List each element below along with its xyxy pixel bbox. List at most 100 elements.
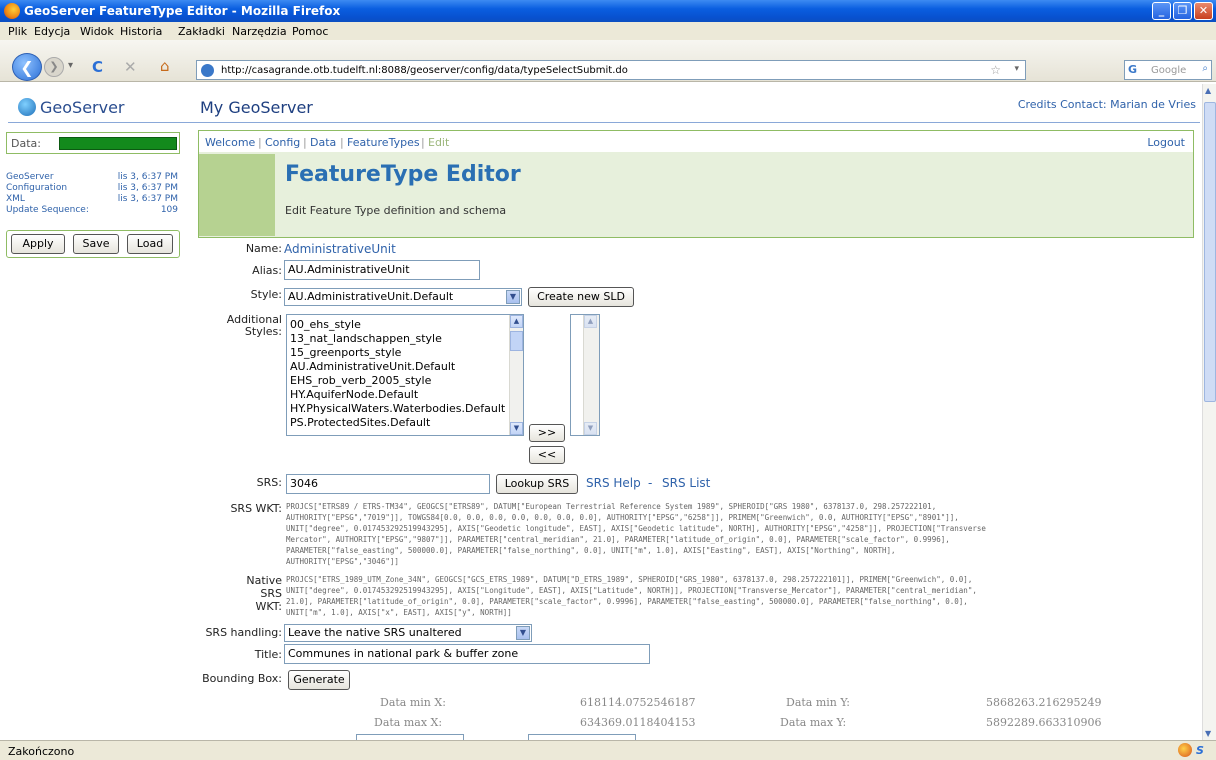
lookup-srs-button[interactable]: Lookup SRS — [496, 474, 578, 494]
credits-link[interactable]: Credits Contact: Marian de Vries — [1018, 98, 1196, 111]
data-max-x-label: Data max X: — [374, 716, 443, 729]
menu-historia[interactable]: Historia — [120, 25, 162, 38]
menu-narzedzia[interactable]: Narzędzia — [232, 25, 287, 38]
list-scrollbar[interactable]: ▲ ▼ — [583, 315, 599, 435]
history-dropdown-icon[interactable]: ▾ — [68, 60, 73, 71]
breadcrumb-welcome[interactable]: Welcome — [205, 136, 255, 149]
url-text[interactable]: http://casagrande.otb.tudelft.nl:8088/ge… — [221, 65, 628, 76]
menu-zakladki[interactable]: Zakładki — [178, 25, 225, 38]
url-bar[interactable]: http://casagrande.otb.tudelft.nl:8088/ge… — [196, 60, 1026, 80]
window-title: GeoServer FeatureType Editor - Mozilla F… — [24, 4, 341, 18]
breadcrumb-separator: | — [303, 136, 307, 149]
srs-help-link[interactable]: SRS Help — [586, 476, 641, 490]
geoserver-logo[interactable]: GeoServer — [18, 98, 125, 117]
list-scrollbar[interactable]: ▲ ▼ — [509, 315, 523, 435]
data-status-box: Data: — [6, 132, 180, 154]
menu-widok[interactable]: Widok — [80, 25, 114, 38]
save-button[interactable]: Save — [73, 234, 119, 254]
srs-list-link[interactable]: SRS List — [662, 476, 710, 490]
status-text: Zakończono — [8, 745, 75, 758]
page-content: GeoServer My GeoServer Credits Contact: … — [0, 84, 1202, 740]
style-select[interactable]: AU.AdministrativeUnit.Default ▼ — [284, 288, 522, 306]
name-label: Name: — [245, 242, 282, 255]
alias-input[interactable]: AU.AdministrativeUnit — [284, 260, 480, 280]
srs-handling-select[interactable]: Leave the native SRS unaltered ▼ — [284, 624, 532, 642]
menu-pomoc[interactable]: Pomoc — [292, 25, 328, 38]
back-icon[interactable]: ❮ — [12, 53, 42, 81]
title-label: Title: — [254, 648, 282, 661]
scroll-up-icon[interactable]: ▲ — [1205, 86, 1211, 95]
search-placeholder: Google — [1151, 65, 1187, 76]
srs-link-separator: - — [648, 476, 653, 490]
stat-row: Update Sequence: 109 — [6, 205, 178, 215]
bbox-label: Bounding Box: — [202, 672, 282, 685]
list-item[interactable]: HY.AquiferNode.Default — [287, 388, 523, 402]
scroll-up-icon[interactable]: ▲ — [584, 315, 597, 328]
breadcrumb: Welcome | Config | Data | FeatureTypes |… — [198, 130, 1194, 152]
add-style-button[interactable]: >> — [529, 424, 565, 442]
scroll-up-icon[interactable]: ▲ — [510, 315, 523, 328]
menu-edycja[interactable]: Edycja — [34, 25, 70, 38]
search-input[interactable]: G Google ⌕ — [1124, 60, 1212, 80]
stat-row: XML lis 3, 6:37 PM — [6, 194, 178, 204]
load-button[interactable]: Load — [127, 234, 173, 254]
list-item[interactable]: 00_ehs_style — [287, 318, 523, 332]
site-identity-icon[interactable] — [201, 64, 214, 77]
scroll-down-icon[interactable]: ▼ — [510, 422, 523, 435]
breadcrumb-config[interactable]: Config — [265, 136, 300, 149]
status-extension-icon[interactable]: S — [1196, 744, 1204, 757]
stat-row: GeoServer lis 3, 6:37 PM — [6, 172, 178, 182]
reload-icon[interactable]: C — [92, 58, 103, 76]
home-icon[interactable]: ⌂ — [160, 57, 170, 75]
list-item[interactable]: 13_nat_landschappen_style — [287, 332, 523, 346]
breadcrumb-edit: Edit — [428, 136, 450, 149]
srs-input[interactable]: 3046 — [286, 474, 490, 494]
page-scroll-thumb[interactable] — [1204, 102, 1216, 402]
alias-label: Alias: — [252, 264, 282, 277]
chevron-down-icon[interactable]: ▼ — [506, 290, 520, 304]
header-accent-block — [199, 154, 275, 236]
remove-style-button[interactable]: << — [529, 446, 565, 464]
maximize-icon[interactable]: ❐ — [1173, 2, 1192, 20]
page-subtitle: Edit Feature Type definition and schema — [285, 204, 507, 217]
list-item[interactable]: EHS_rob_verb_2005_style — [287, 374, 523, 388]
breadcrumb-featuretypes[interactable]: FeatureTypes — [347, 136, 420, 149]
scroll-down-icon[interactable]: ▼ — [584, 422, 597, 435]
srs-handling-value: Leave the native SRS unaltered — [288, 626, 462, 639]
list-item[interactable]: 15_greenports_style — [287, 346, 523, 360]
data-max-x-value: 634369.0118404153 — [580, 716, 696, 729]
bookmark-star-icon[interactable]: ☆ — [990, 63, 1001, 77]
logout-link[interactable]: Logout — [1147, 136, 1185, 149]
search-icon[interactable]: ⌕ — [1202, 63, 1208, 74]
list-item[interactable]: AU.AdministrativeUnit.Default — [287, 360, 523, 374]
srs-wkt-label: SRS WKT: — [230, 502, 282, 515]
forward-icon[interactable]: ❯ — [44, 57, 64, 77]
geoserver-logo-icon — [18, 98, 36, 116]
data-status-bar — [59, 137, 177, 150]
stop-icon[interactable]: ✕ — [124, 58, 137, 76]
selected-styles-list[interactable]: ▲ ▼ — [570, 314, 600, 436]
url-dropdown-icon[interactable]: ▾ — [1014, 64, 1019, 74]
minimize-icon[interactable]: _ — [1152, 2, 1171, 20]
editor-header: FeatureType Editor Edit Feature Type def… — [198, 152, 1194, 238]
menu-bar: Plik Edycja Widok Historia Zakładki Narz… — [0, 22, 1216, 40]
addon-icon[interactable] — [1178, 743, 1192, 757]
chevron-down-icon[interactable]: ▼ — [516, 626, 530, 640]
breadcrumb-data[interactable]: Data — [310, 136, 336, 149]
scroll-down-icon[interactable]: ▼ — [1205, 729, 1211, 738]
generate-button[interactable]: Generate — [288, 670, 350, 690]
title-input[interactable]: Communes in national park & buffer zone — [284, 644, 650, 664]
data-min-y-value: 5868263.216295249 — [986, 696, 1102, 709]
close-icon[interactable]: ✕ — [1194, 2, 1213, 20]
google-icon[interactable]: G — [1128, 63, 1137, 76]
list-item[interactable]: PS.ProtectedSites.Default — [287, 416, 523, 430]
native-wkt-text: PROJCS["ETRS_1989_UTM_Zone_34N", GEOGCS[… — [286, 575, 977, 617]
page-scrollbar[interactable]: ▲ ▼ — [1202, 84, 1216, 740]
create-sld-button[interactable]: Create new SLD — [528, 287, 634, 307]
menu-plik[interactable]: Plik — [8, 25, 27, 38]
available-styles-list[interactable]: 00_ehs_style 13_nat_landschappen_style 1… — [286, 314, 524, 436]
apply-button[interactable]: Apply — [11, 234, 65, 254]
list-item[interactable]: HY.PhysicalWaters.Waterbodies.Default — [287, 402, 523, 416]
style-select-value: AU.AdministrativeUnit.Default — [288, 290, 454, 303]
scroll-thumb[interactable] — [510, 331, 523, 351]
